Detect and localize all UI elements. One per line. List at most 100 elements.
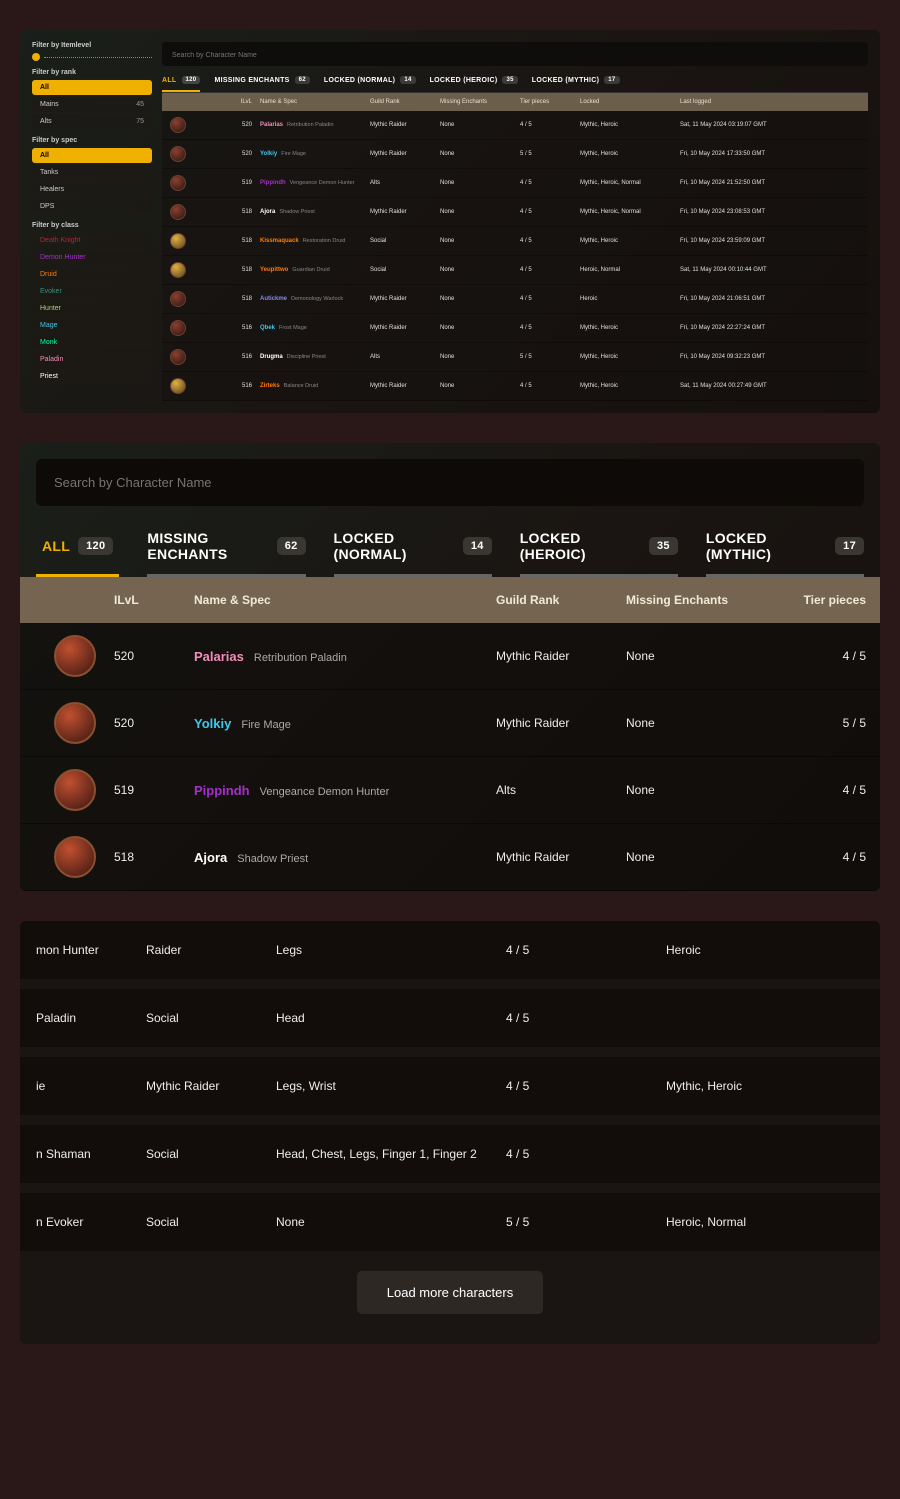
sidebar-item-mains[interactable]: Mains45 xyxy=(32,97,152,112)
locked: Heroic xyxy=(580,296,680,302)
table-row[interactable]: mon HunterRaiderLegs4 / 5Heroic xyxy=(20,921,880,979)
locked: Mythic, Heroic xyxy=(580,325,680,331)
table-row[interactable]: 518YeupittwoGuardian DruidSocialNone4 / … xyxy=(162,256,868,285)
table-row[interactable]: n EvokerSocialNone5 / 5Heroic, Normal xyxy=(20,1193,880,1251)
table-row[interactable]: 519PippindhVengeance Demon HunterAltsNon… xyxy=(20,757,880,824)
tier: 5 / 5 xyxy=(520,151,580,157)
tab-locked-heroic-[interactable]: LOCKED (HEROIC)35 xyxy=(430,76,518,92)
sidebar-item-evoker[interactable]: Evoker xyxy=(32,284,152,299)
sidebar-item-hunter[interactable]: Hunter xyxy=(32,301,152,316)
ilvl: 519 xyxy=(210,180,260,186)
guild-rank: Alts xyxy=(370,180,440,186)
enchants: None xyxy=(626,716,766,730)
sidebar-item-dps[interactable]: DPS xyxy=(32,199,152,214)
table-row[interactable]: 519PippindhVengeance Demon HunterAltsNon… xyxy=(162,169,868,198)
spec: Retribution Paladin xyxy=(287,122,333,128)
filter-class-title: Filter by class xyxy=(32,222,152,229)
char-name: Kissmaquack xyxy=(260,238,299,244)
tab-locked-heroic-[interactable]: LOCKED (HEROIC)35 xyxy=(520,530,678,577)
filter-spec-title: Filter by spec xyxy=(32,137,152,144)
ilvl-slider[interactable] xyxy=(32,53,152,61)
table-row[interactable]: ieMythic RaiderLegs, Wrist4 / 5Mythic, H… xyxy=(20,1057,880,1115)
ilvl: 520 xyxy=(210,151,260,157)
ilvl: 520 xyxy=(114,716,194,730)
sidebar-item-tanks[interactable]: Tanks xyxy=(32,165,152,180)
avatar xyxy=(54,836,96,878)
tier: 4 / 5 xyxy=(766,783,866,797)
guild-rank: Social xyxy=(370,267,440,273)
avatar xyxy=(170,262,186,278)
tab-locked-normal-[interactable]: LOCKED (NORMAL)14 xyxy=(334,530,492,577)
locked: Heroic, Normal xyxy=(666,1215,864,1229)
sidebar-item-paladin[interactable]: Paladin xyxy=(32,352,152,367)
dashboard-panel: Filter by Itemlevel Filter by rank AllMa… xyxy=(20,30,880,413)
spec-partial: n Shaman xyxy=(36,1147,146,1161)
tier: 4 / 5 xyxy=(520,383,580,389)
char-name: Palarias xyxy=(194,649,244,664)
table-row[interactable]: 518AutickmeDemonology WarlockMythic Raid… xyxy=(162,285,868,314)
load-more-button[interactable]: Load more characters xyxy=(357,1271,543,1314)
ilvl: 520 xyxy=(210,122,260,128)
table-row[interactable]: 518AjoraShadow PriestMythic RaiderNone4 … xyxy=(20,824,880,891)
table-row[interactable]: 518AjoraShadow PriestMythic RaiderNone4 … xyxy=(162,198,868,227)
table-row[interactable]: 520PalariasRetribution PaladinMythic Rai… xyxy=(20,623,880,690)
search-input-lg[interactable] xyxy=(54,475,846,490)
sidebar-item-priest[interactable]: Priest xyxy=(32,369,152,384)
table-row[interactable]: 520PalariasRetribution PaladinMythic Rai… xyxy=(162,111,868,140)
avatar xyxy=(54,635,96,677)
table-row[interactable]: n ShamanSocialHead, Chest, Legs, Finger … xyxy=(20,1125,880,1183)
table-header: ILvL Name & Spec Guild Rank Missing Ench… xyxy=(162,93,868,111)
filter-ilvl-title: Filter by Itemlevel xyxy=(32,42,152,49)
char-name: Yeupittwo xyxy=(260,267,288,273)
sidebar-item-alts[interactable]: Alts75 xyxy=(32,114,152,129)
sidebar-item-healers[interactable]: Healers xyxy=(32,182,152,197)
last-logged: Fri, 10 May 2024 21:06:51 GMT xyxy=(680,296,860,302)
sidebar-item-all[interactable]: All xyxy=(32,80,152,95)
tab-missing-enchants[interactable]: MISSING ENCHANTS62 xyxy=(214,76,309,92)
table-row[interactable]: PaladinSocialHead4 / 5 xyxy=(20,989,880,1047)
sidebar-item-all[interactable]: All xyxy=(32,148,152,163)
enchants: None xyxy=(440,209,520,215)
avatar xyxy=(170,204,186,220)
spec: Discipline Priest xyxy=(287,354,326,360)
table-row[interactable]: 516ZirteksBalance DruidMythic RaiderNone… xyxy=(162,372,868,401)
tier: 5 / 5 xyxy=(520,354,580,360)
table-header-lg: ILvL Name & Spec Guild Rank Missing Ench… xyxy=(20,577,880,623)
tab-locked-mythic-[interactable]: LOCKED (MYTHIC)17 xyxy=(706,530,864,577)
table-row[interactable]: 520YolkiyFire MageMythic RaiderNone5 / 5… xyxy=(162,140,868,169)
tier: 4 / 5 xyxy=(766,850,866,864)
last-logged: Sat, 11 May 2024 00:27:49 GMT xyxy=(680,383,860,389)
avatar xyxy=(170,117,186,133)
tab-locked-mythic-[interactable]: LOCKED (MYTHIC)17 xyxy=(532,76,620,92)
avatar xyxy=(54,769,96,811)
spec: Fire Mage xyxy=(281,151,306,157)
enchants: Head, Chest, Legs, Finger 1, Finger 2 xyxy=(276,1147,506,1161)
last-logged: Fri, 10 May 2024 17:33:50 GMT xyxy=(680,151,860,157)
locked: Mythic, Heroic xyxy=(580,151,680,157)
tab-all[interactable]: ALL120 xyxy=(162,76,200,92)
table-row[interactable]: 518KissmaquackRestoration DruidSocialNon… xyxy=(162,227,868,256)
tab-missing-enchants[interactable]: MISSING ENCHANTS62 xyxy=(147,530,305,577)
char-name: Ajora xyxy=(194,850,227,865)
locked xyxy=(666,1147,864,1161)
table-row[interactable]: 516DrugmaDiscipline PriestAltsNone5 / 5M… xyxy=(162,343,868,372)
sidebar-item-demon-hunter[interactable]: Demon Hunter xyxy=(32,250,152,265)
sidebar-item-druid[interactable]: Druid xyxy=(32,267,152,282)
search-input[interactable] xyxy=(172,52,858,59)
table-row[interactable]: 520YolkiyFire MageMythic RaiderNone5 / 5 xyxy=(20,690,880,757)
locked: Mythic, Heroic xyxy=(580,383,680,389)
table-row[interactable]: 516QbekFrost MageMythic RaiderNone4 / 5M… xyxy=(162,314,868,343)
slider-handle[interactable] xyxy=(32,53,40,61)
sidebar-item-mage[interactable]: Mage xyxy=(32,318,152,333)
tab-all[interactable]: ALL120 xyxy=(36,530,119,577)
enchants: None xyxy=(440,383,520,389)
sidebar: Filter by Itemlevel Filter by rank AllMa… xyxy=(32,42,152,401)
tab-locked-normal-[interactable]: LOCKED (NORMAL)14 xyxy=(324,76,416,92)
sidebar-item-death-knight[interactable]: Death Knight xyxy=(32,233,152,248)
guild-rank: Mythic Raider xyxy=(370,209,440,215)
sidebar-item-monk[interactable]: Monk xyxy=(32,335,152,350)
locked: Mythic, Heroic, Normal xyxy=(580,209,680,215)
char-name: Qbek xyxy=(260,325,275,331)
last-logged: Fri, 10 May 2024 22:27:24 GMT xyxy=(680,325,860,331)
enchants: Legs, Wrist xyxy=(276,1079,506,1093)
